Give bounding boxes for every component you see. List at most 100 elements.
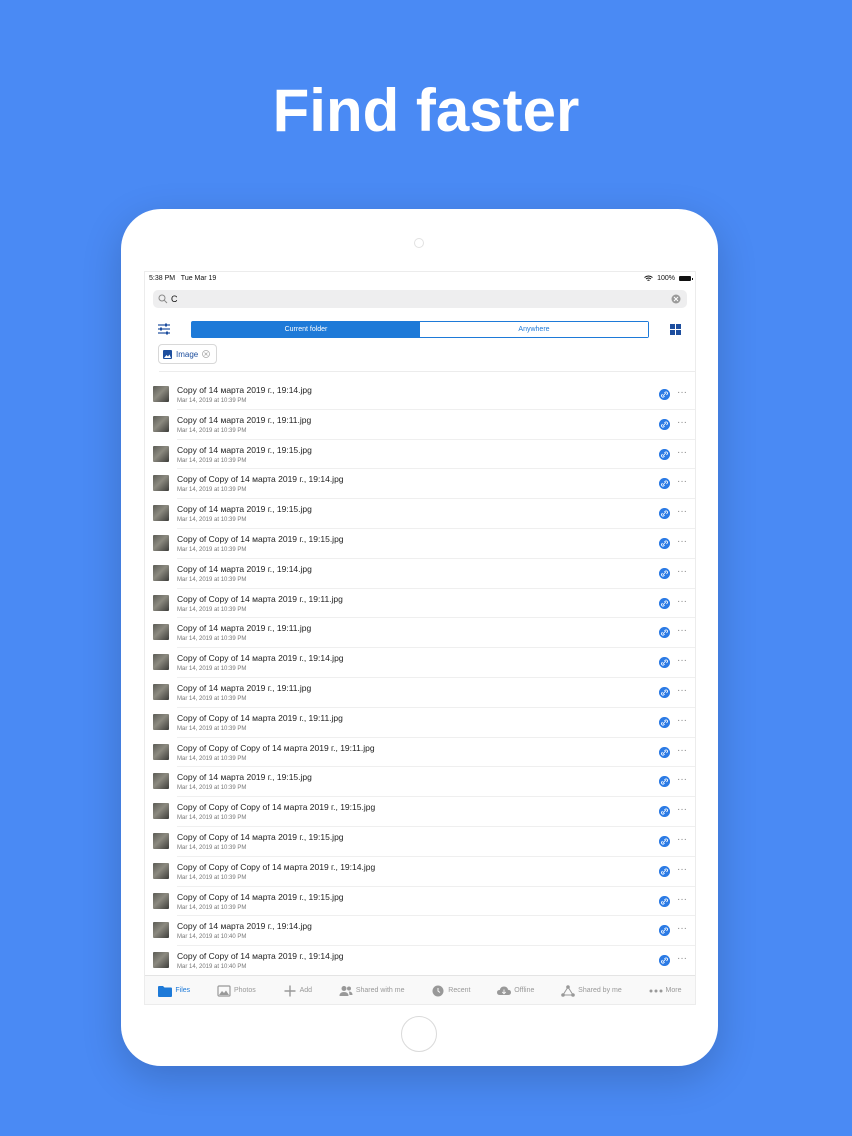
- clear-search-icon[interactable]: [671, 294, 681, 304]
- search-scope-control[interactable]: Current folder Anywhere: [191, 321, 649, 338]
- more-options-icon[interactable]: ···: [677, 864, 687, 875]
- tab-shared-by-me[interactable]: Shared by me: [561, 984, 622, 997]
- search-input[interactable]: C: [171, 294, 178, 304]
- file-name: Copy of Copy of 14 марта 2019 г., 19:14.…: [177, 951, 344, 962]
- file-row[interactable]: Copy of Copy of Copy of 14 марта 2019 г.…: [153, 738, 695, 768]
- link-icon[interactable]: [659, 657, 670, 669]
- file-name: Copy of Copy of 14 марта 2019 г., 19:15.…: [177, 831, 344, 842]
- link-icon[interactable]: [659, 508, 670, 520]
- file-row[interactable]: Copy of Copy of 14 марта 2019 г., 19:14.…: [153, 946, 695, 976]
- more-options-icon[interactable]: ···: [677, 566, 687, 577]
- link-icon[interactable]: [659, 895, 670, 907]
- file-date: Mar 14, 2019 at 10:39 PM: [177, 546, 247, 553]
- more-options-icon[interactable]: ···: [677, 923, 687, 934]
- more-options-icon[interactable]: ···: [677, 715, 687, 726]
- search-bar[interactable]: C: [153, 290, 687, 308]
- file-row[interactable]: Copy of Copy of 14 марта 2019 г., 19:15.…: [153, 887, 695, 917]
- file-row[interactable]: Copy of Copy of 14 марта 2019 г., 19:14.…: [153, 648, 695, 678]
- file-date: Mar 14, 2019 at 10:40 PM: [177, 964, 247, 971]
- more-options-icon[interactable]: ···: [677, 596, 687, 607]
- more-options-icon[interactable]: ···: [677, 387, 687, 398]
- link-icon[interactable]: [659, 806, 670, 818]
- more-options-icon[interactable]: ···: [677, 625, 687, 636]
- image-filter-chip[interactable]: Image: [158, 344, 218, 364]
- file-thumbnail: [153, 922, 169, 939]
- more-options-icon[interactable]: ···: [677, 804, 687, 815]
- file-row[interactable]: Copy of 14 марта 2019 г., 19:11.jpg Mar 1…: [153, 410, 695, 440]
- file-row[interactable]: Copy of 14 марта 2019 г., 19:15.jpg Mar 1…: [153, 499, 695, 529]
- tab-add[interactable]: Add: [283, 985, 312, 997]
- status-right: 100%: [644, 275, 693, 282]
- link-icon[interactable]: [659, 389, 670, 400]
- file-row[interactable]: Copy of 14 марта 2019 г., 19:14.jpg Mar 1…: [153, 916, 695, 947]
- more-options-icon[interactable]: ···: [677, 447, 687, 458]
- link-icon[interactable]: [659, 716, 670, 728]
- more-options-icon[interactable]: ···: [677, 476, 687, 487]
- tab-more[interactable]: More: [649, 985, 682, 997]
- file-date: Mar 14, 2019 at 10:40 PM: [177, 934, 247, 941]
- link-icon[interactable]: [659, 686, 670, 698]
- filter-settings-icon[interactable]: [157, 322, 171, 336]
- more-options-icon[interactable]: ···: [677, 506, 687, 517]
- file-row[interactable]: Copy of Copy of 14 марта 2019 г., 19:11.…: [153, 589, 695, 619]
- link-icon[interactable]: [659, 478, 670, 490]
- status-time: 5:38 PM: [149, 275, 176, 282]
- folder-icon: [158, 985, 173, 997]
- more-options-icon[interactable]: ···: [677, 953, 687, 964]
- divider: [159, 371, 695, 372]
- file-row[interactable]: Copy of Copy of 14 марта 2019 г., 19:15.…: [153, 529, 695, 559]
- more-options-icon[interactable]: ···: [677, 417, 687, 428]
- link-icon[interactable]: [659, 418, 670, 430]
- status-time-date: 5:38 PM Tue Mar 19: [149, 275, 216, 282]
- link-icon[interactable]: [659, 448, 670, 460]
- file-row[interactable]: Copy of 14 марта 2019 г., 19:14.jpg Mar 1…: [153, 380, 695, 410]
- image-icon: [163, 349, 172, 359]
- file-date: Mar 14, 2019 at 10:39 PM: [177, 487, 247, 494]
- file-row[interactable]: Copy of 14 марта 2019 г., 19:11.jpg Mar 1…: [153, 618, 695, 649]
- more-options-icon[interactable]: ···: [677, 745, 687, 756]
- link-icon[interactable]: [659, 925, 670, 937]
- more-options-icon[interactable]: ···: [677, 685, 687, 696]
- scope-current-folder[interactable]: Current folder: [192, 322, 420, 337]
- home-button[interactable]: [401, 1016, 437, 1052]
- link-icon[interactable]: [659, 627, 670, 639]
- file-row[interactable]: Copy of 14 марта 2019 г., 19:15.jpg Mar 1…: [153, 767, 695, 798]
- scope-anywhere[interactable]: Anywhere: [420, 322, 648, 337]
- file-row[interactable]: Copy of Copy of Copy of 14 марта 2019 г.…: [153, 797, 695, 827]
- link-icon[interactable]: [659, 567, 670, 579]
- link-icon[interactable]: [659, 537, 670, 549]
- more-options-icon[interactable]: ···: [677, 536, 687, 547]
- file-row[interactable]: Copy of Copy of Copy of 14 марта 2019 г.…: [153, 857, 695, 887]
- remove-filter-icon[interactable]: [202, 350, 211, 358]
- link-icon[interactable]: [659, 776, 670, 788]
- link-icon[interactable]: [659, 597, 670, 609]
- file-date: Mar 14, 2019 at 10:39 PM: [177, 755, 247, 762]
- tab-shared-with-me[interactable]: Shared with me: [339, 985, 404, 997]
- file-thumbnail: [153, 803, 169, 820]
- more-options-icon[interactable]: ···: [677, 774, 687, 785]
- link-icon[interactable]: [659, 955, 670, 967]
- file-name: Copy of 14 марта 2019 г., 19:11.jpg: [177, 623, 312, 634]
- plus-icon: [283, 985, 297, 997]
- link-icon[interactable]: [659, 835, 670, 847]
- file-thumbnail: [153, 505, 169, 522]
- link-icon[interactable]: [659, 746, 670, 758]
- people-icon: [339, 985, 353, 997]
- file-thumbnail: [153, 415, 169, 432]
- more-options-icon[interactable]: ···: [677, 894, 687, 905]
- link-icon[interactable]: [659, 865, 670, 877]
- tab-recent[interactable]: Recent: [431, 985, 470, 997]
- more-options-icon[interactable]: ···: [677, 834, 687, 845]
- file-row[interactable]: Copy of 14 марта 2019 г., 19:14.jpg Mar 1…: [153, 559, 695, 589]
- tab-photos[interactable]: Photos: [217, 984, 256, 997]
- file-row[interactable]: Copy of 14 марта 2019 г., 19:15.jpg Mar 1…: [153, 440, 695, 470]
- file-row[interactable]: Copy of 14 марта 2019 г., 19:11.jpg Mar 1…: [153, 678, 695, 708]
- more-options-icon[interactable]: ···: [677, 655, 687, 666]
- file-row[interactable]: Copy of Copy of 14 марта 2019 г., 19:14.…: [153, 469, 695, 500]
- grid-view-icon[interactable]: [670, 324, 681, 335]
- file-row[interactable]: Copy of Copy of 14 марта 2019 г., 19:15.…: [153, 827, 695, 857]
- tab-files[interactable]: Files: [158, 985, 190, 997]
- file-row[interactable]: Copy of Copy of 14 марта 2019 г., 19:11.…: [153, 708, 695, 738]
- file-name: Copy of 14 марта 2019 г., 19:14.jpg: [177, 385, 312, 395]
- tab-offline[interactable]: Offline: [497, 985, 534, 997]
